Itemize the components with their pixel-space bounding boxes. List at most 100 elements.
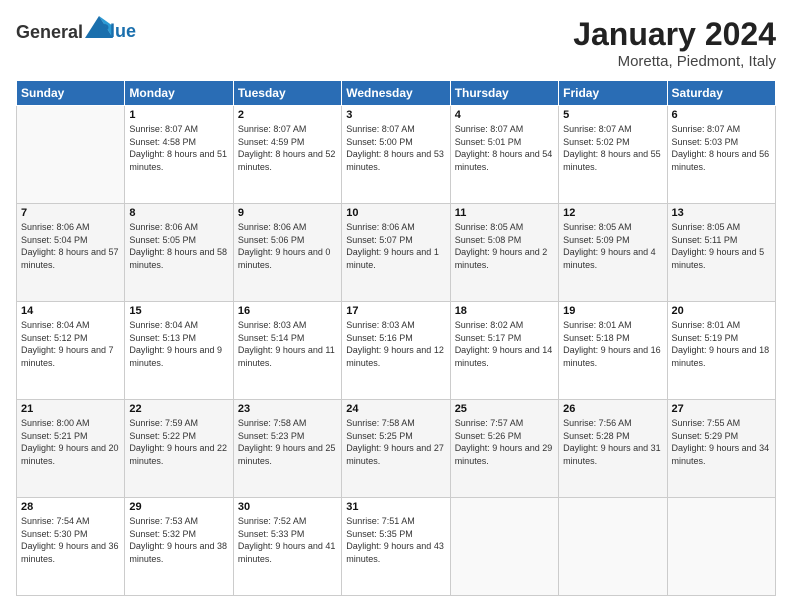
table-row: 29 Sunrise: 7:53 AMSunset: 5:32 PMDayligh… bbox=[125, 498, 233, 596]
logo-blue: Blue bbox=[97, 21, 136, 42]
table-row: 19 Sunrise: 8:01 AMSunset: 5:18 PMDayligh… bbox=[559, 302, 667, 400]
day-number: 14 bbox=[21, 305, 120, 317]
day-info: Sunrise: 7:58 AMSunset: 5:23 PMDaylight:… bbox=[238, 417, 337, 467]
day-number: 18 bbox=[455, 305, 554, 317]
day-info: Sunrise: 8:07 AMSunset: 5:02 PMDaylight:… bbox=[563, 123, 662, 173]
day-info: Sunrise: 8:02 AMSunset: 5:17 PMDaylight:… bbox=[455, 319, 554, 369]
header-saturday: Saturday bbox=[667, 81, 775, 106]
day-number: 12 bbox=[563, 207, 662, 219]
calendar-week-row: 28 Sunrise: 7:54 AMSunset: 5:30 PMDayligh… bbox=[17, 498, 776, 596]
day-info: Sunrise: 8:06 AMSunset: 5:05 PMDaylight:… bbox=[129, 221, 228, 271]
table-row bbox=[667, 498, 775, 596]
day-info: Sunrise: 7:59 AMSunset: 5:22 PMDaylight:… bbox=[129, 417, 228, 467]
day-info: Sunrise: 8:01 AMSunset: 5:19 PMDaylight:… bbox=[672, 319, 771, 369]
day-number: 8 bbox=[129, 207, 228, 219]
table-row: 7 Sunrise: 8:06 AMSunset: 5:04 PMDaylight… bbox=[17, 204, 125, 302]
table-row: 11Sunrise: 8:05 AMSunset: 5:08 PMDayligh… bbox=[450, 204, 558, 302]
table-row: 21 Sunrise: 8:00 AMSunset: 5:21 PMDayligh… bbox=[17, 400, 125, 498]
header-monday: Monday bbox=[125, 81, 233, 106]
day-info: Sunrise: 7:57 AMSunset: 5:26 PMDaylight:… bbox=[455, 417, 554, 467]
day-info: Sunrise: 7:55 AMSunset: 5:29 PMDaylight:… bbox=[672, 417, 771, 467]
day-number: 10 bbox=[346, 207, 445, 219]
day-info: Sunrise: 8:04 AMSunset: 5:13 PMDaylight:… bbox=[129, 319, 228, 369]
header: General Blue January 2024 Moretta, Piedm… bbox=[16, 16, 776, 70]
header-wednesday: Wednesday bbox=[342, 81, 450, 106]
day-number: 9 bbox=[238, 207, 337, 219]
day-number: 25 bbox=[455, 403, 554, 415]
day-info: Sunrise: 7:56 AMSunset: 5:28 PMDaylight:… bbox=[563, 417, 662, 467]
day-number: 28 bbox=[21, 501, 120, 513]
table-row: 5Sunrise: 8:07 AMSunset: 5:02 PMDaylight… bbox=[559, 106, 667, 204]
table-row: 22Sunrise: 7:59 AMSunset: 5:22 PMDayligh… bbox=[125, 400, 233, 498]
table-row: 20Sunrise: 8:01 AMSunset: 5:19 PMDayligh… bbox=[667, 302, 775, 400]
day-number: 7 bbox=[21, 207, 120, 219]
day-info: Sunrise: 7:51 AMSunset: 5:35 PMDaylight:… bbox=[346, 515, 445, 565]
day-info: Sunrise: 8:07 AMSunset: 4:59 PMDaylight:… bbox=[238, 123, 337, 173]
logo: General Blue bbox=[16, 16, 136, 43]
table-row: 2 Sunrise: 8:07 AMSunset: 4:59 PMDaylight… bbox=[233, 106, 341, 204]
day-number: 23 bbox=[238, 403, 337, 415]
day-info: Sunrise: 8:06 AMSunset: 5:04 PMDaylight:… bbox=[21, 221, 120, 271]
table-row: 13Sunrise: 8:05 AMSunset: 5:11 PMDayligh… bbox=[667, 204, 775, 302]
table-row bbox=[450, 498, 558, 596]
table-row: 15Sunrise: 8:04 AMSunset: 5:13 PMDayligh… bbox=[125, 302, 233, 400]
header-friday: Friday bbox=[559, 81, 667, 106]
table-row: 17Sunrise: 8:03 AMSunset: 5:16 PMDayligh… bbox=[342, 302, 450, 400]
table-row: 26Sunrise: 7:56 AMSunset: 5:28 PMDayligh… bbox=[559, 400, 667, 498]
calendar-week-row: 7 Sunrise: 8:06 AMSunset: 5:04 PMDaylight… bbox=[17, 204, 776, 302]
table-row: 8 Sunrise: 8:06 AMSunset: 5:05 PMDaylight… bbox=[125, 204, 233, 302]
day-number: 16 bbox=[238, 305, 337, 317]
table-row: 6 Sunrise: 8:07 AMSunset: 5:03 PMDaylight… bbox=[667, 106, 775, 204]
table-row: 23 Sunrise: 7:58 AMSunset: 5:23 PMDayligh… bbox=[233, 400, 341, 498]
header-thursday: Thursday bbox=[450, 81, 558, 106]
day-info: Sunrise: 7:52 AMSunset: 5:33 PMDaylight:… bbox=[238, 515, 337, 565]
day-info: Sunrise: 8:07 AMSunset: 5:00 PMDaylight:… bbox=[346, 123, 445, 173]
day-info: Sunrise: 8:07 AMSunset: 5:01 PMDaylight:… bbox=[455, 123, 554, 173]
day-number: 30 bbox=[238, 501, 337, 513]
calendar-week-row: 21 Sunrise: 8:00 AMSunset: 5:21 PMDayligh… bbox=[17, 400, 776, 498]
day-number: 13 bbox=[672, 207, 771, 219]
day-info: Sunrise: 8:01 AMSunset: 5:18 PMDaylight:… bbox=[563, 319, 662, 369]
day-number: 2 bbox=[238, 109, 337, 121]
table-row: 12 Sunrise: 8:05 AMSunset: 5:09 PMDayligh… bbox=[559, 204, 667, 302]
table-row bbox=[559, 498, 667, 596]
header-tuesday: Tuesday bbox=[233, 81, 341, 106]
table-row: 27 Sunrise: 7:55 AMSunset: 5:29 PMDayligh… bbox=[667, 400, 775, 498]
day-number: 21 bbox=[21, 403, 120, 415]
day-info: Sunrise: 8:06 AMSunset: 5:06 PMDaylight:… bbox=[238, 221, 337, 271]
day-number: 6 bbox=[672, 109, 771, 121]
day-number: 3 bbox=[346, 109, 445, 121]
weekday-header-row: Sunday Monday Tuesday Wednesday Thursday… bbox=[17, 81, 776, 106]
header-sunday: Sunday bbox=[17, 81, 125, 106]
table-row: 18 Sunrise: 8:02 AMSunset: 5:17 PMDayligh… bbox=[450, 302, 558, 400]
day-number: 11 bbox=[455, 207, 554, 219]
day-info: Sunrise: 8:07 AMSunset: 5:03 PMDaylight:… bbox=[672, 123, 771, 173]
table-row: 14 Sunrise: 8:04 AMSunset: 5:12 PMDayligh… bbox=[17, 302, 125, 400]
calendar-table: Sunday Monday Tuesday Wednesday Thursday… bbox=[16, 80, 776, 596]
day-number: 24 bbox=[346, 403, 445, 415]
day-number: 19 bbox=[563, 305, 662, 317]
calendar-week-row: 14 Sunrise: 8:04 AMSunset: 5:12 PMDayligh… bbox=[17, 302, 776, 400]
month-title: January 2024 bbox=[573, 16, 776, 53]
day-info: Sunrise: 8:00 AMSunset: 5:21 PMDaylight:… bbox=[21, 417, 120, 467]
day-info: Sunrise: 8:03 AMSunset: 5:14 PMDaylight:… bbox=[238, 319, 337, 369]
logo-general: General bbox=[16, 22, 83, 42]
day-info: Sunrise: 8:05 AMSunset: 5:09 PMDaylight:… bbox=[563, 221, 662, 271]
day-info: Sunrise: 7:53 AMSunset: 5:32 PMDaylight:… bbox=[129, 515, 228, 565]
day-number: 27 bbox=[672, 403, 771, 415]
table-row: 31Sunrise: 7:51 AMSunset: 5:35 PMDayligh… bbox=[342, 498, 450, 596]
day-info: Sunrise: 7:54 AMSunset: 5:30 PMDaylight:… bbox=[21, 515, 120, 565]
table-row: 10Sunrise: 8:06 AMSunset: 5:07 PMDayligh… bbox=[342, 204, 450, 302]
day-number: 4 bbox=[455, 109, 554, 121]
day-info: Sunrise: 7:58 AMSunset: 5:25 PMDaylight:… bbox=[346, 417, 445, 467]
table-row: 9 Sunrise: 8:06 AMSunset: 5:06 PMDaylight… bbox=[233, 204, 341, 302]
table-row: 16 Sunrise: 8:03 AMSunset: 5:14 PMDayligh… bbox=[233, 302, 341, 400]
table-row bbox=[17, 106, 125, 204]
location-title: Moretta, Piedmont, Italy bbox=[573, 53, 776, 70]
day-number: 29 bbox=[129, 501, 228, 513]
table-row: 25 Sunrise: 7:57 AMSunset: 5:26 PMDayligh… bbox=[450, 400, 558, 498]
table-row: 3 Sunrise: 8:07 AMSunset: 5:00 PMDaylight… bbox=[342, 106, 450, 204]
table-row: 28 Sunrise: 7:54 AMSunset: 5:30 PMDayligh… bbox=[17, 498, 125, 596]
day-info: Sunrise: 8:04 AMSunset: 5:12 PMDaylight:… bbox=[21, 319, 120, 369]
calendar-week-row: 1Sunrise: 8:07 AMSunset: 4:58 PMDaylight… bbox=[17, 106, 776, 204]
